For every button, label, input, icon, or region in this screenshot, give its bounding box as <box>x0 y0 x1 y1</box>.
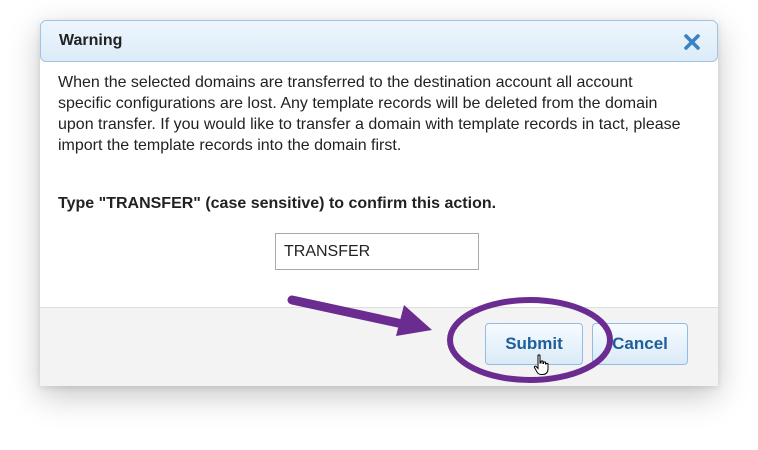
confirm-prompt: Type "TRANSFER" (case sensitive) to conf… <box>58 195 497 212</box>
hand-cursor-icon <box>533 354 549 375</box>
cancel-button[interactable]: Cancel <box>592 323 688 365</box>
warning-dialog: Warning When the selected domains are tr… <box>40 20 718 386</box>
close-icon[interactable] <box>683 33 701 51</box>
dialog-title-bar: Warning <box>40 20 718 62</box>
warning-message: When the selected domains are transferre… <box>58 74 681 154</box>
confirm-transfer-input[interactable] <box>275 233 479 270</box>
dialog-title: Warning <box>59 32 123 49</box>
